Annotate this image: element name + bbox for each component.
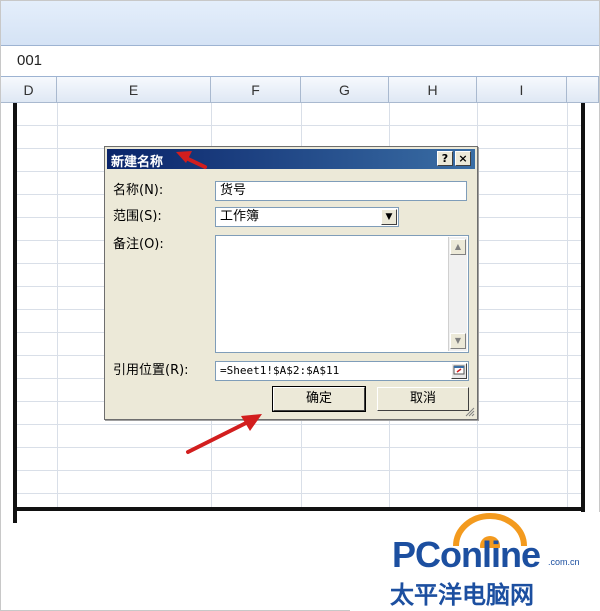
refers-to-value: =Sheet1!$A$2:$A$11 [220,364,340,377]
cancel-button[interactable]: 取消 [377,387,469,411]
column-header-h[interactable]: H [389,77,477,103]
column-header-f[interactable]: F [211,77,301,103]
dialog-titlebar[interactable]: 新建名称 ? × [107,149,475,170]
refers-to-input[interactable]: =Sheet1!$A$2:$A$11 [215,361,469,381]
right-border [581,103,585,523]
column-header-next[interactable] [567,77,599,103]
name-input[interactable]: 货号 [215,181,467,201]
scroll-up-icon[interactable]: ▲ [450,239,466,255]
scope-label: 范围(S): [113,209,162,224]
bottom-border [13,507,585,511]
comment-textarea[interactable]: ▲ ▼ [215,235,469,353]
logo-brand: PConline [392,534,541,575]
logo-domain: .com.cn [548,557,580,567]
formula-bar[interactable]: 001 [1,46,599,77]
new-name-dialog: 新建名称 ? × 名称(N): 货号 范围(S): 工作簿 ▼ 备注(O): ▲… [104,146,478,420]
formula-bar-value: 001 [17,52,43,69]
close-button[interactable]: × [455,151,471,166]
resize-grip-icon[interactable] [465,407,475,417]
name-label: 名称(N): [113,183,164,198]
help-button[interactable]: ? [437,151,453,166]
refers-to-label: 引用位置(R): [113,363,189,378]
column-header-e[interactable]: E [57,77,211,103]
ok-button[interactable]: 确定 [272,386,366,412]
column-header-d[interactable]: D [1,77,57,103]
ribbon [1,1,599,46]
chevron-down-icon[interactable]: ▼ [381,209,397,225]
column-header-i[interactable]: I [477,77,567,103]
column-header-g[interactable]: G [301,77,389,103]
collapse-dialog-icon[interactable] [451,363,467,379]
comment-scrollbar[interactable]: ▲ ▼ [448,237,467,351]
dialog-title: 新建名称 [111,155,164,170]
scroll-down-icon[interactable]: ▼ [450,333,466,349]
scope-value: 工作簿 [220,209,260,224]
comment-label: 备注(O): [113,237,164,252]
left-border [13,103,17,523]
scope-select[interactable]: 工作簿 ▼ [215,207,399,227]
logo-chinese: 太平洋电脑网 [390,581,534,609]
pconline-watermark: PConline .com.cn 太平洋电脑网 [350,512,600,611]
